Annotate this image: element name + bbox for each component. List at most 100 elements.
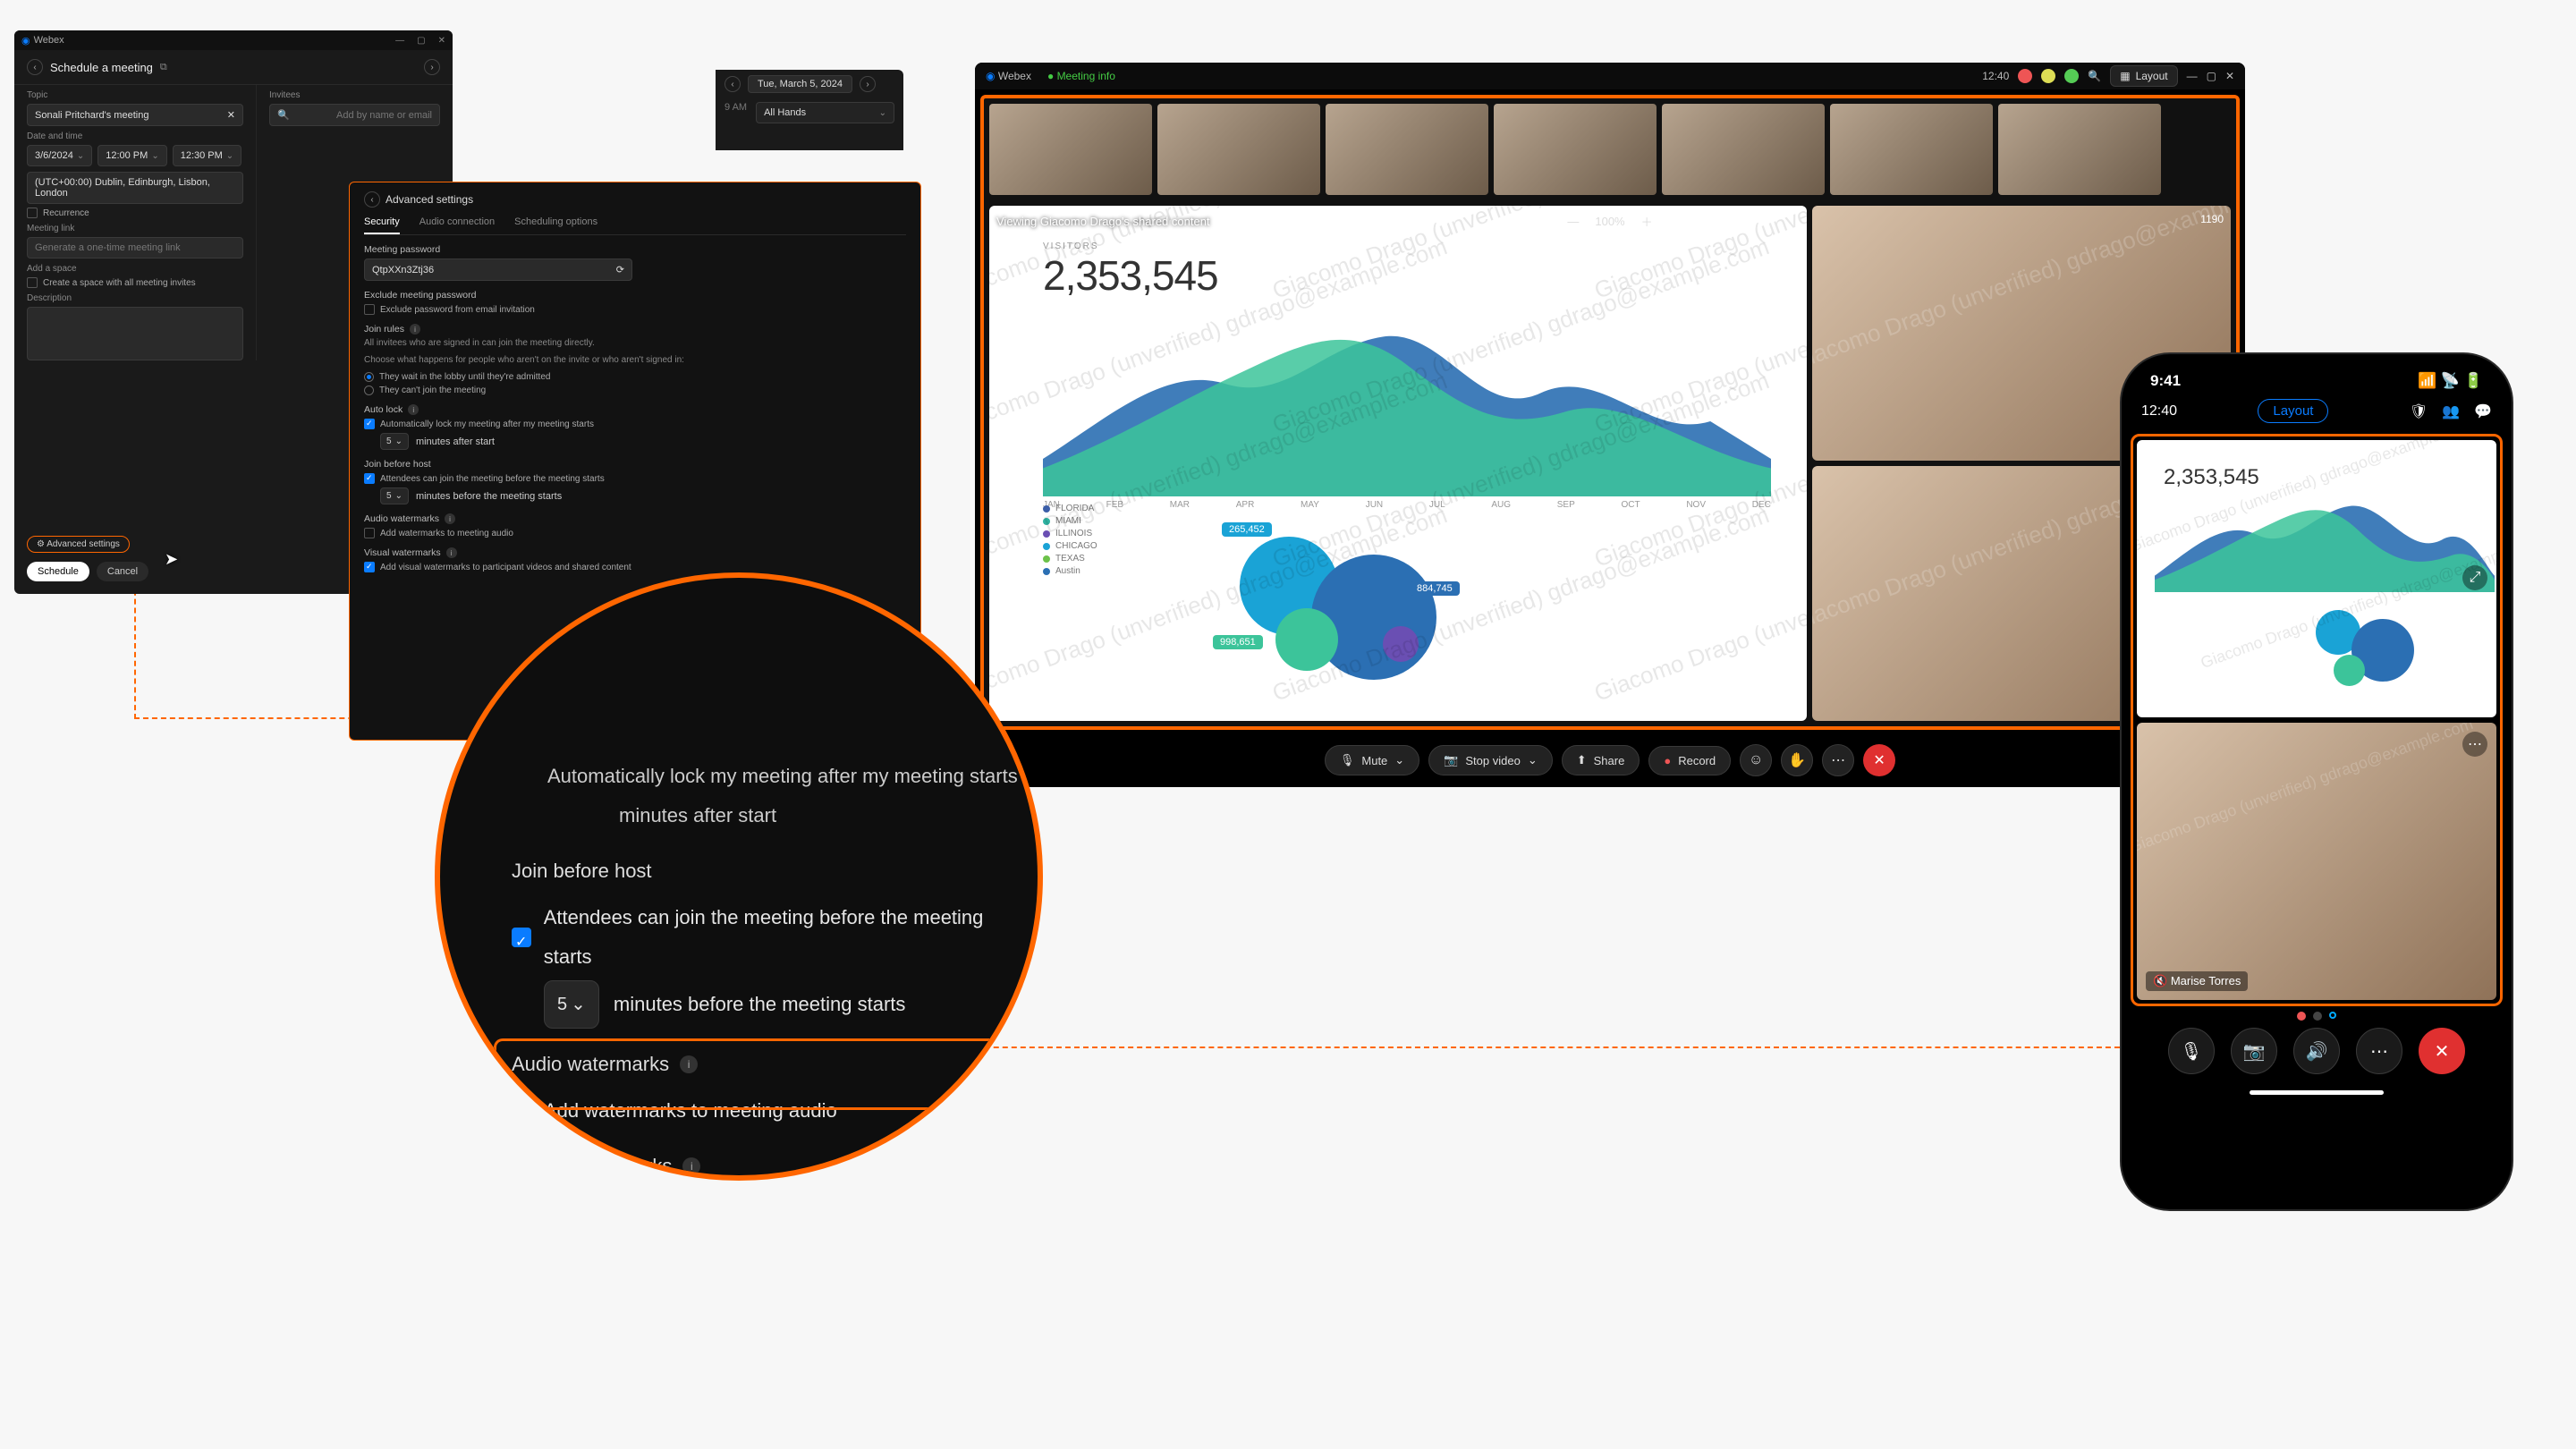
aw-checkbox[interactable]: Add watermarks to meeting audio [364,528,906,538]
participant-tile[interactable] [1326,104,1488,195]
more-icon[interactable]: ⋯ [2462,732,2487,757]
participant-tile[interactable] [1157,104,1320,195]
mag-vw-hdr: Visual watermarks [512,1147,672,1181]
search-icon[interactable]: 🔍 [2088,70,2101,82]
cal-date[interactable]: Tue, March 5, 2024 [748,75,852,93]
join-rules-hdr: Join rules [364,324,404,335]
jbh-minutes[interactable]: 5 ⌄ [380,487,409,504]
cal-next-icon[interactable]: › [860,76,876,92]
mobile-more-button[interactable]: ⋯ [2356,1028,2402,1074]
maximize-icon[interactable]: ▢ [417,36,425,46]
add-space-label: Add a space [27,264,243,274]
info-icon[interactable]: i [682,1157,700,1175]
desc-input[interactable] [27,307,243,360]
participant-tile[interactable] [1998,104,2161,195]
lobby-radio[interactable]: They wait in the lobby until they're adm… [364,372,906,382]
cal-prev-icon[interactable]: ‹ [724,76,741,92]
info-icon[interactable]: i [446,547,457,558]
stopvideo-button[interactable]: 📷 Stop video ⌄ [1428,745,1553,775]
participant-tile[interactable] [1830,104,1993,195]
more-button[interactable]: ⋯ [1822,744,1854,776]
people-icon[interactable]: 👥 [2442,402,2460,420]
record-button[interactable]: ● Record [1648,746,1731,775]
page-dots[interactable] [2122,1012,2512,1021]
reactions-button[interactable]: ☺ [1740,744,1772,776]
chat-icon[interactable]: 💬 [2474,402,2492,420]
dot-icon [2064,69,2079,83]
tab-scheduling[interactable]: Scheduling options [514,216,597,234]
tab-security[interactable]: Security [364,216,400,234]
mobile-clock: 12:40 [2141,403,2177,419]
mobile-toolbar: 🎙 📷 🔊 ⋯ ✕ [2122,1028,2512,1074]
adv-back-icon[interactable]: ‹ [364,191,380,208]
recurrence-checkbox[interactable]: Recurrence [27,208,243,218]
cal-event[interactable]: All Hands [756,102,894,123]
mobile-mute-button[interactable]: 🎙 [2168,1028,2215,1074]
tab-audio[interactable]: Audio connection [419,216,495,234]
topic-input[interactable]: Sonali Pritchard's meeting✕ [27,104,243,126]
refresh-icon[interactable]: ⟳ [616,264,624,275]
pw-input[interactable]: QtpXXn3Ztj36⟳ [364,258,632,281]
forward-icon[interactable]: › [424,59,440,75]
invitees-label: Invitees [269,90,440,100]
minimize-icon[interactable]: — [2187,70,2198,82]
adv-tabs: Security Audio connection Scheduling opt… [364,216,906,235]
home-indicator[interactable] [2250,1090,2384,1095]
meeting-toolbar: 🎙 Mute ⌄ 📷 Stop video ⌄ ⬆ Share ● Record… [975,744,2245,776]
mobile-video-button[interactable]: 📷 [2231,1028,2277,1074]
mobile-participant-video[interactable]: Giacomo Drago (unverified) gdrago@exampl… [2137,723,2496,1000]
page-title: Schedule a meeting [50,61,153,74]
expand-icon[interactable]: ⤢ [2462,565,2487,590]
end-button[interactable]: ✕ [1863,744,1895,776]
schedule-button[interactable]: Schedule [27,562,89,581]
timezone-input[interactable]: (UTC+00:00) Dublin, Edinburgh, Lisbon, L… [27,172,243,204]
zoom-out-icon[interactable]: — [1567,215,1579,228]
info-icon[interactable]: i [410,324,420,335]
participant-tile[interactable] [989,104,1152,195]
jbh-checkbox[interactable]: Attendees can join the meeting before th… [364,473,906,484]
participant-tile[interactable] [1662,104,1825,195]
mag-jbh-minutes[interactable]: 5 ⌄ [544,980,599,1029]
filmstrip [984,98,2236,200]
end-time-input[interactable]: 12:30 PM [173,145,242,166]
start-time-input[interactable]: 12:00 PM [97,145,166,166]
clear-icon[interactable]: ✕ [227,109,235,121]
cancel-button[interactable]: Cancel [97,562,148,581]
mobile-layout-button[interactable]: Layout [2258,399,2328,423]
invitees-input[interactable]: 🔍 Add by name or email [269,104,440,126]
mobile-end-button[interactable]: ✕ [2419,1028,2465,1074]
link-input[interactable]: Generate a one-time meeting link [27,237,243,258]
info-icon[interactable]: i [408,404,419,415]
minimize-icon[interactable]: — [395,36,404,46]
cal-time: 9 AM [724,102,747,123]
status-time: 9:41 [2150,372,2181,390]
maximize-icon[interactable]: ▢ [2207,70,2216,82]
exclude-checkbox[interactable]: Exclude password from email invitation [364,304,906,315]
close-icon[interactable]: ✕ [2225,70,2234,82]
desc-label: Description [27,293,243,303]
layout-button[interactable]: ▦ Layout [2110,65,2177,87]
add-space-checkbox[interactable]: Create a space with all meeting invites [27,277,243,288]
name-tag: 🔇 Marise Torres [2146,971,2248,991]
close-icon[interactable]: ✕ [438,36,445,46]
join-rules-sub: All invitees who are signed in can join … [364,338,906,348]
mag-jbh-checkbox[interactable]: Attendees can join the meeting before th… [512,898,1030,977]
zoom-in-icon[interactable]: ＋ [1641,213,1653,230]
date-input[interactable]: 3/6/2024 [27,145,92,166]
mute-button[interactable]: 🎙 Mute ⌄ [1325,745,1419,775]
zoom-control[interactable]: — 100% ＋ [1567,213,1652,230]
share-button[interactable]: ⬆ Share [1562,745,1640,775]
popout-icon[interactable]: ⧉ [160,62,167,73]
raise-hand-button[interactable]: ✋ [1781,744,1813,776]
shield-icon[interactable]: 🛡 [2410,402,2428,420]
cantjoin-radio[interactable]: They can't join the meeting [364,386,906,395]
autolock-minutes[interactable]: 5 ⌄ [380,433,409,450]
dot-icon [2041,69,2055,83]
participant-tile[interactable] [1494,104,1657,195]
mobile-audio-button[interactable]: 🔊 [2293,1028,2340,1074]
back-icon[interactable]: ‹ [27,59,43,75]
info-icon[interactable]: i [445,513,455,524]
advanced-settings-button[interactable]: ⚙ Advanced settings [27,536,130,553]
vw-checkbox[interactable]: Add visual watermarks to participant vid… [364,562,906,572]
autolock-checkbox[interactable]: Automatically lock my meeting after my m… [364,419,906,429]
